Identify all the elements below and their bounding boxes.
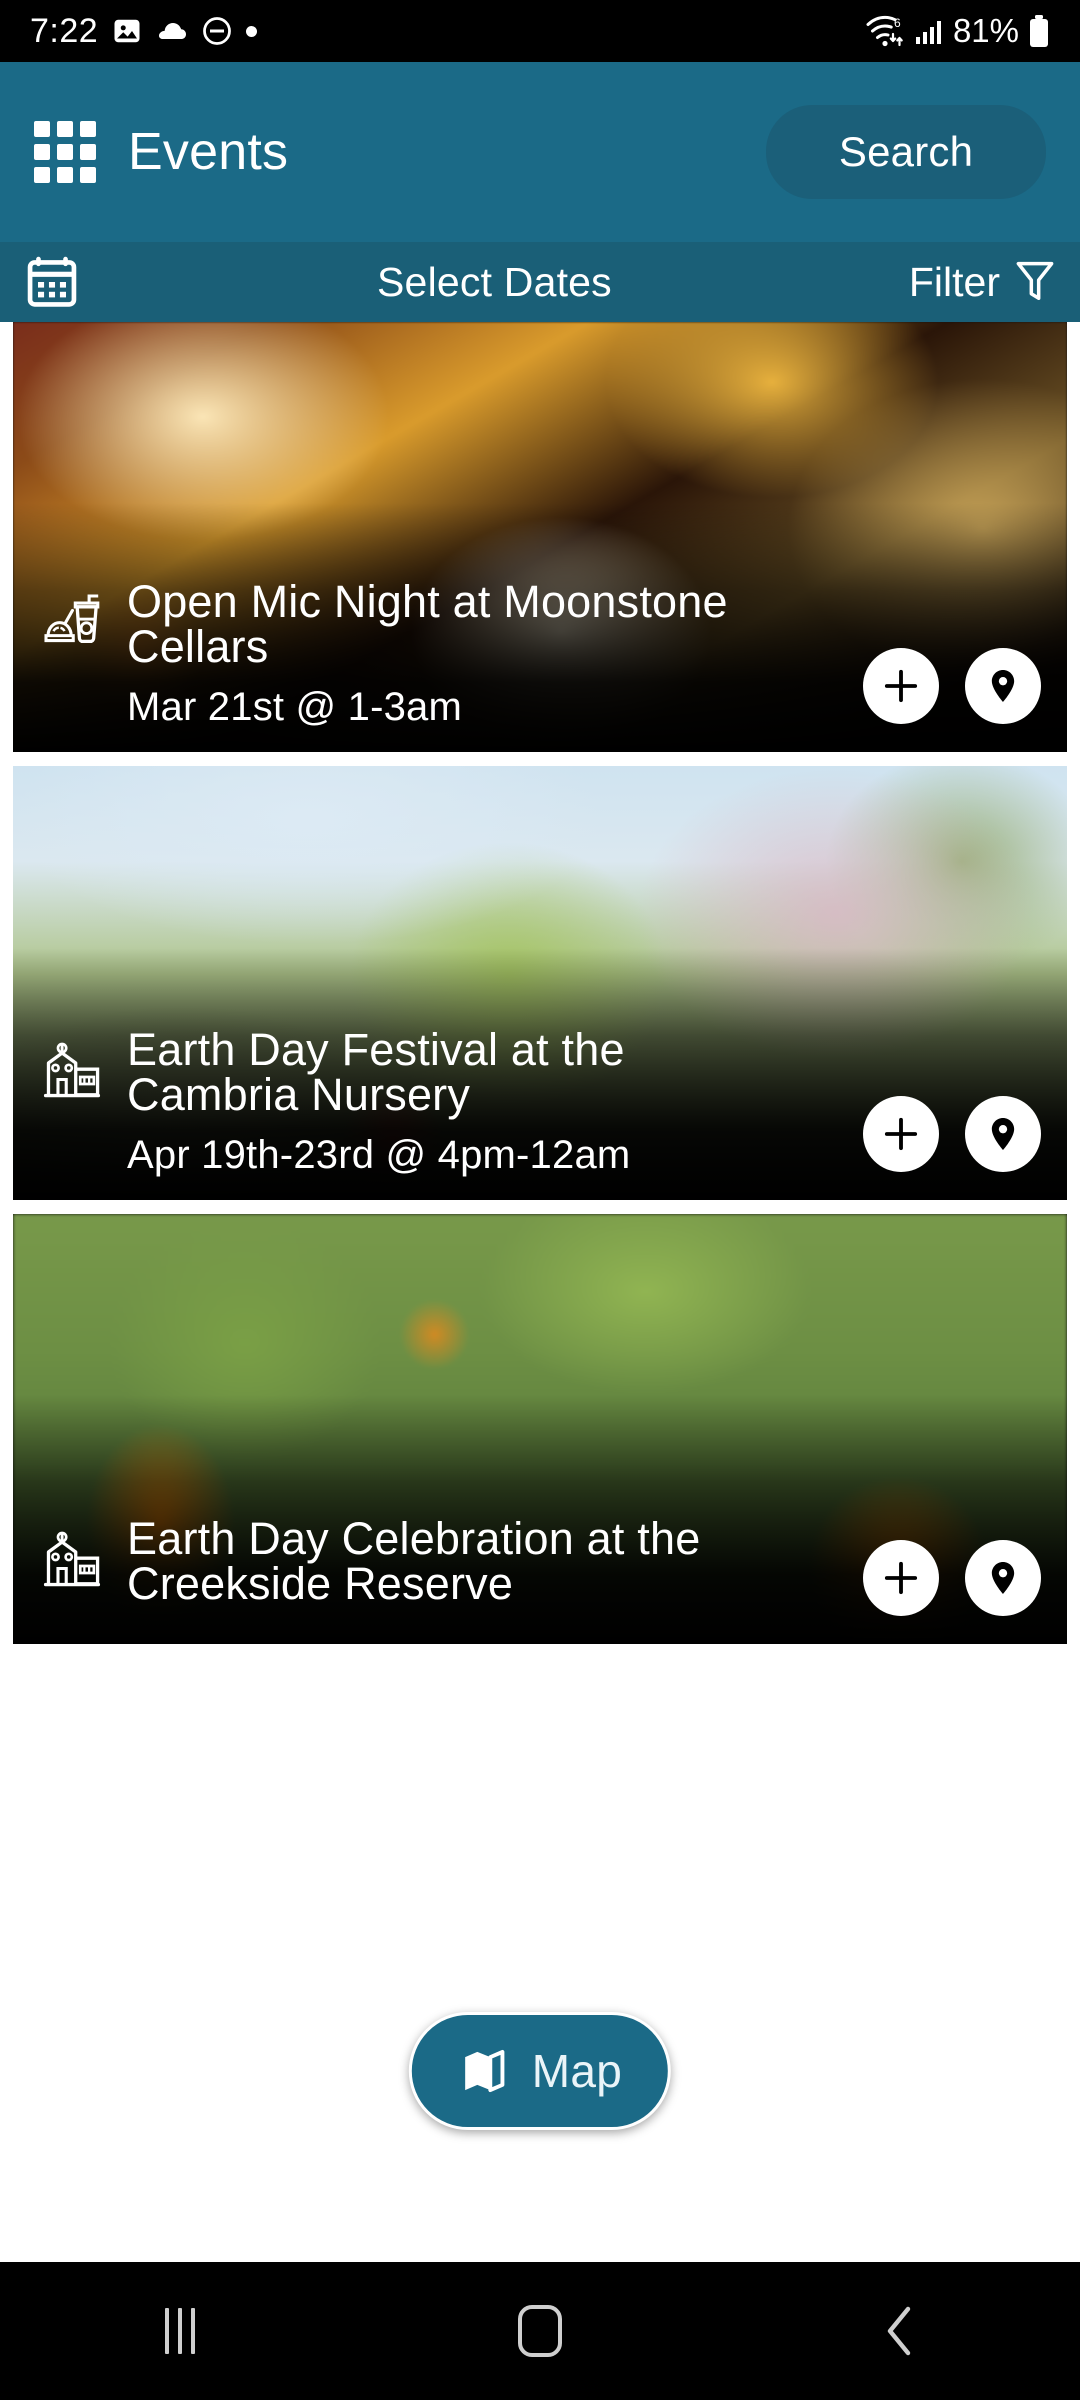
- civic-building-icon: [39, 1526, 105, 1592]
- event-actions: [863, 1096, 1041, 1172]
- app-grid-icon[interactable]: [34, 121, 96, 183]
- event-date: Mar 21st @ 1-3am: [127, 685, 463, 729]
- event-info: Earth Day Festival at the Cambria Nurser…: [39, 1027, 863, 1178]
- event-card-overlay: Open Mic Night at Moonstone Cellars Mar …: [13, 579, 1067, 752]
- event-actions: [863, 648, 1041, 724]
- dot-icon: [246, 25, 258, 37]
- status-bar: 7:22 6 81%: [0, 0, 1080, 62]
- event-title: Earth Day Celebration at the Creekside R…: [127, 1513, 701, 1609]
- event-date: Apr 19th-23rd @ 4pm-12am: [127, 1133, 631, 1177]
- map-toggle-button[interactable]: Map: [408, 2012, 672, 2130]
- event-title: Open Mic Night at Moonstone Cellars: [127, 576, 728, 672]
- recents-button[interactable]: [90, 2281, 270, 2381]
- search-button[interactable]: Search: [766, 105, 1046, 199]
- select-dates-button[interactable]: Select Dates: [80, 259, 909, 306]
- event-card-overlay: Earth Day Festival at the Cambria Nurser…: [13, 1027, 1067, 1200]
- battery-percent: 81%: [952, 12, 1019, 49]
- recents-icon: [165, 2308, 195, 2354]
- add-event-button[interactable]: [863, 648, 939, 724]
- funnel-icon: [1014, 259, 1056, 305]
- wifi-6-icon: 6: [865, 14, 905, 48]
- event-card-overlay: Earth Day Celebration at the Creekside R…: [13, 1516, 1067, 1644]
- battery-icon: [1028, 14, 1050, 48]
- svg-text:6: 6: [894, 16, 901, 30]
- event-info: Earth Day Celebration at the Creekside R…: [39, 1516, 863, 1622]
- event-actions: [863, 1540, 1041, 1616]
- image-icon: [112, 16, 142, 46]
- folded-map-icon: [458, 2045, 510, 2097]
- phone-screen: 7:22 6 81% Events Search Select Dates Fi…: [0, 0, 1080, 2400]
- status-time: 7:22: [30, 11, 99, 50]
- event-card[interactable]: Earth Day Celebration at the Creekside R…: [13, 1214, 1067, 1644]
- event-location-button[interactable]: [965, 1096, 1041, 1172]
- cloud-icon: [156, 19, 188, 43]
- status-bar-right: 6 81%: [865, 12, 1050, 50]
- event-text: Earth Day Celebration at the Creekside R…: [127, 1516, 767, 1622]
- add-event-button[interactable]: [863, 1540, 939, 1616]
- app-header: Events Search: [0, 62, 1080, 242]
- home-button[interactable]: [450, 2281, 630, 2381]
- event-info: Open Mic Night at Moonstone Cellars Mar …: [39, 579, 863, 730]
- event-card[interactable]: Open Mic Night at Moonstone Cellars Mar …: [13, 322, 1067, 752]
- filter-label: Filter: [908, 258, 1000, 305]
- food-and-drink-icon: [39, 589, 105, 655]
- event-location-button[interactable]: [965, 1540, 1041, 1616]
- do-not-disturb-icon: [202, 16, 232, 46]
- civic-building-icon: [39, 1037, 105, 1103]
- status-bar-left: 7:22: [30, 11, 258, 51]
- calendar-icon[interactable]: [24, 254, 80, 310]
- back-icon: [882, 2305, 918, 2357]
- map-button-label: Map: [531, 2045, 623, 2097]
- add-event-button[interactable]: [863, 1096, 939, 1172]
- back-button[interactable]: [810, 2281, 990, 2381]
- cellular-signal-icon: [914, 16, 944, 46]
- event-card[interactable]: Earth Day Festival at the Cambria Nurser…: [13, 766, 1067, 1200]
- event-text: Earth Day Festival at the Cambria Nurser…: [127, 1027, 767, 1178]
- page-title: Events: [128, 123, 289, 181]
- filter-button[interactable]: Filter: [909, 259, 1056, 306]
- event-location-button[interactable]: [965, 648, 1041, 724]
- events-list[interactable]: Open Mic Night at Moonstone Cellars Mar …: [0, 322, 1080, 2262]
- android-nav-bar: [0, 2262, 1080, 2400]
- home-icon: [518, 2305, 562, 2357]
- event-text: Open Mic Night at Moonstone Cellars Mar …: [127, 579, 767, 730]
- event-title: Earth Day Festival at the Cambria Nurser…: [127, 1024, 625, 1120]
- dates-filter-bar: Select Dates Filter: [0, 242, 1080, 322]
